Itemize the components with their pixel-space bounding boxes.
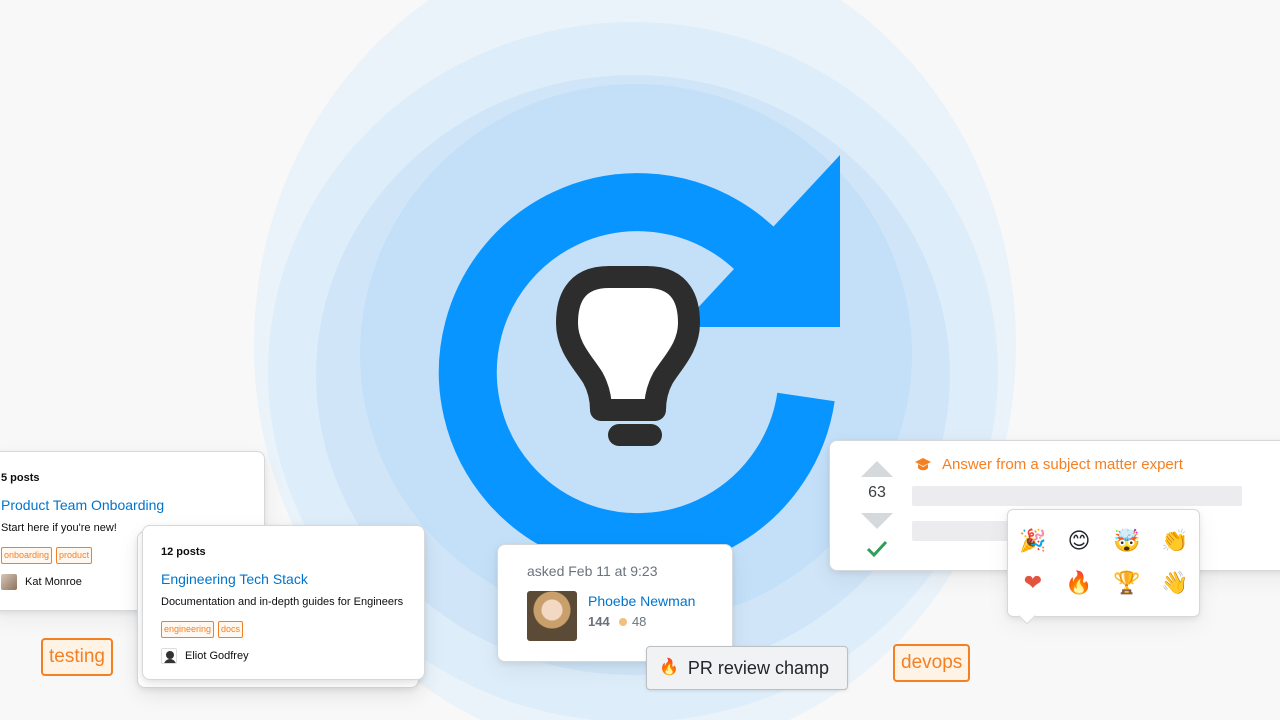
tag-list: engineering docs	[161, 621, 424, 638]
avatar	[161, 648, 177, 664]
reactions-popover: 🎉 😊 🤯 👏 ❤ 🔥 🏆 👋	[1007, 509, 1200, 617]
collective-card-engineering[interactable]: 12 posts Engineering Tech Stack Document…	[142, 525, 425, 680]
fire-icon: 🔥	[659, 659, 679, 676]
downvote-button[interactable]	[861, 513, 893, 529]
fire-icon[interactable]: 🔥	[1064, 568, 1094, 598]
heart-icon[interactable]: ❤	[1018, 568, 1048, 598]
posts-count: 12 posts	[161, 546, 206, 558]
collective-description: Documentation and in-depth guides for En…	[161, 596, 404, 608]
party-popper-icon[interactable]: 🎉	[1018, 526, 1048, 556]
trophy-icon[interactable]: 🏆	[1112, 568, 1142, 598]
smile-icon[interactable]: 😊	[1064, 526, 1094, 556]
tag-onboarding[interactable]: onboarding	[1, 547, 53, 564]
badge-pr-review-champ[interactable]: 🔥 PR review champ	[646, 646, 848, 690]
user-avatar[interactable]	[527, 591, 577, 641]
tag-product[interactable]: product	[56, 547, 93, 564]
clap-icon[interactable]: 👏	[1160, 526, 1190, 556]
user-name-link[interactable]: Phoebe Newman	[588, 593, 695, 609]
bronze-badge-count: 48	[631, 614, 647, 629]
asked-card: asked Feb 11 at 9:23 Phoebe Newman 144 4…	[497, 544, 733, 662]
answer-heading: Answer from a subject matter expert	[942, 456, 1183, 473]
posts-count: 5 posts	[1, 472, 40, 484]
author[interactable]: Eliot Godfrey	[161, 648, 424, 664]
asked-timestamp: asked Feb 11 at 9:23	[527, 563, 658, 579]
author-name: Kat Monroe	[25, 576, 82, 588]
vote-score: 63	[868, 484, 886, 501]
placeholder-line	[912, 486, 1242, 506]
collective-title-link[interactable]: Product Team Onboarding	[1, 497, 264, 513]
mind-blown-icon[interactable]: 🤯	[1112, 526, 1142, 556]
tag-engineering[interactable]: engineering	[161, 621, 215, 638]
wave-icon[interactable]: 👋	[1160, 568, 1190, 598]
bronze-badge-icon	[619, 618, 628, 626]
avatar	[1, 574, 17, 590]
graduation-cap-icon	[915, 457, 931, 470]
lightbulb-icon	[556, 266, 700, 421]
accepted-checkmark-icon[interactable]	[866, 539, 888, 559]
placeholder-line	[912, 521, 1012, 541]
lightbulb-base-icon	[608, 424, 662, 446]
tag-testing[interactable]: testing	[41, 638, 113, 676]
reputation-score: 144	[588, 614, 610, 629]
author-name: Eliot Godfrey	[185, 650, 249, 662]
tag-docs[interactable]: docs	[218, 621, 244, 638]
badge-label: PR review champ	[687, 657, 829, 678]
upvote-button[interactable]	[861, 461, 893, 477]
collective-title-link[interactable]: Engineering Tech Stack	[161, 571, 424, 587]
refresh-lightbulb-logo	[438, 155, 840, 560]
tag-devops[interactable]: devops	[893, 644, 971, 682]
